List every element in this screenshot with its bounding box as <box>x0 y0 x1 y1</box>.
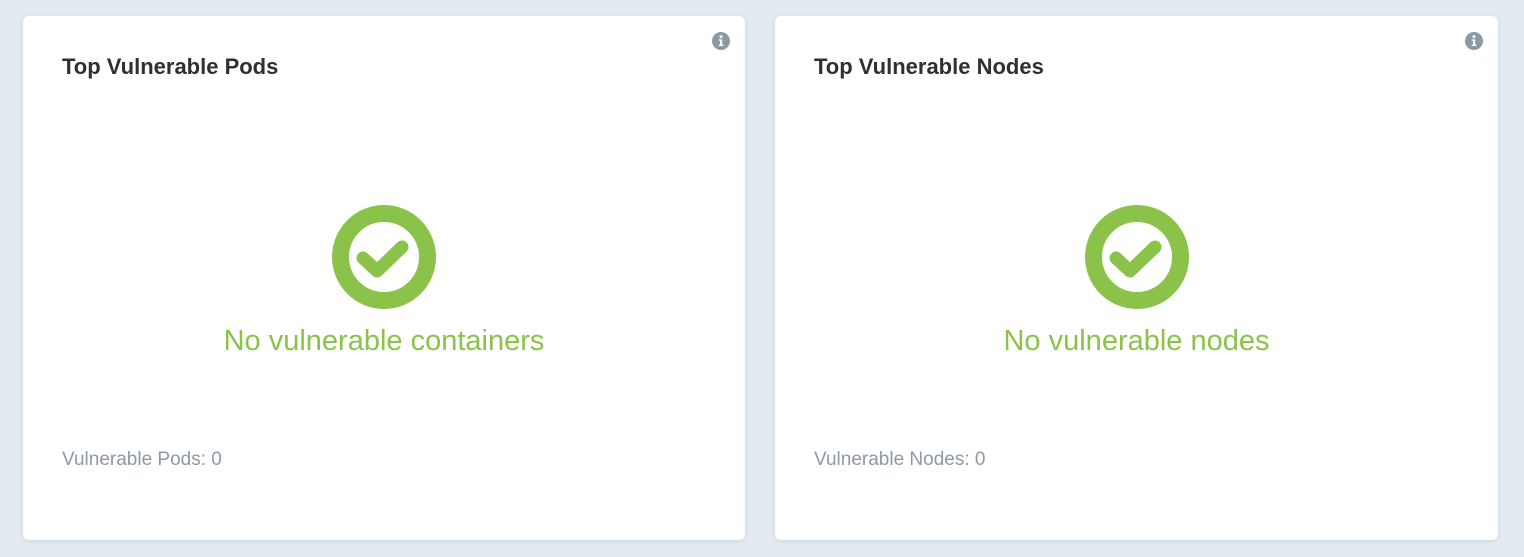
empty-message: No vulnerable containers <box>223 325 545 357</box>
info-icon[interactable] <box>1465 32 1483 50</box>
empty-state: No vulnerable containers <box>23 205 745 359</box>
empty-message: No vulnerable nodes <box>1003 325 1270 357</box>
vulnerable-nodes-count: Vulnerable Nodes: 0 <box>814 449 986 470</box>
card-title: Top Vulnerable Nodes <box>814 54 1044 79</box>
top-vulnerable-pods-card: Top Vulnerable Pods No vulnerable contai… <box>23 16 745 540</box>
empty-state: No vulnerable nodes <box>775 205 1498 359</box>
check-circle-icon <box>1084 205 1189 309</box>
info-icon[interactable] <box>712 32 730 50</box>
card-title: Top Vulnerable Pods <box>62 54 279 79</box>
top-vulnerable-nodes-card: Top Vulnerable Nodes No vulnerable nodes… <box>775 16 1498 540</box>
check-circle-icon <box>332 205 436 309</box>
vulnerable-pods-count: Vulnerable Pods: 0 <box>62 449 222 470</box>
